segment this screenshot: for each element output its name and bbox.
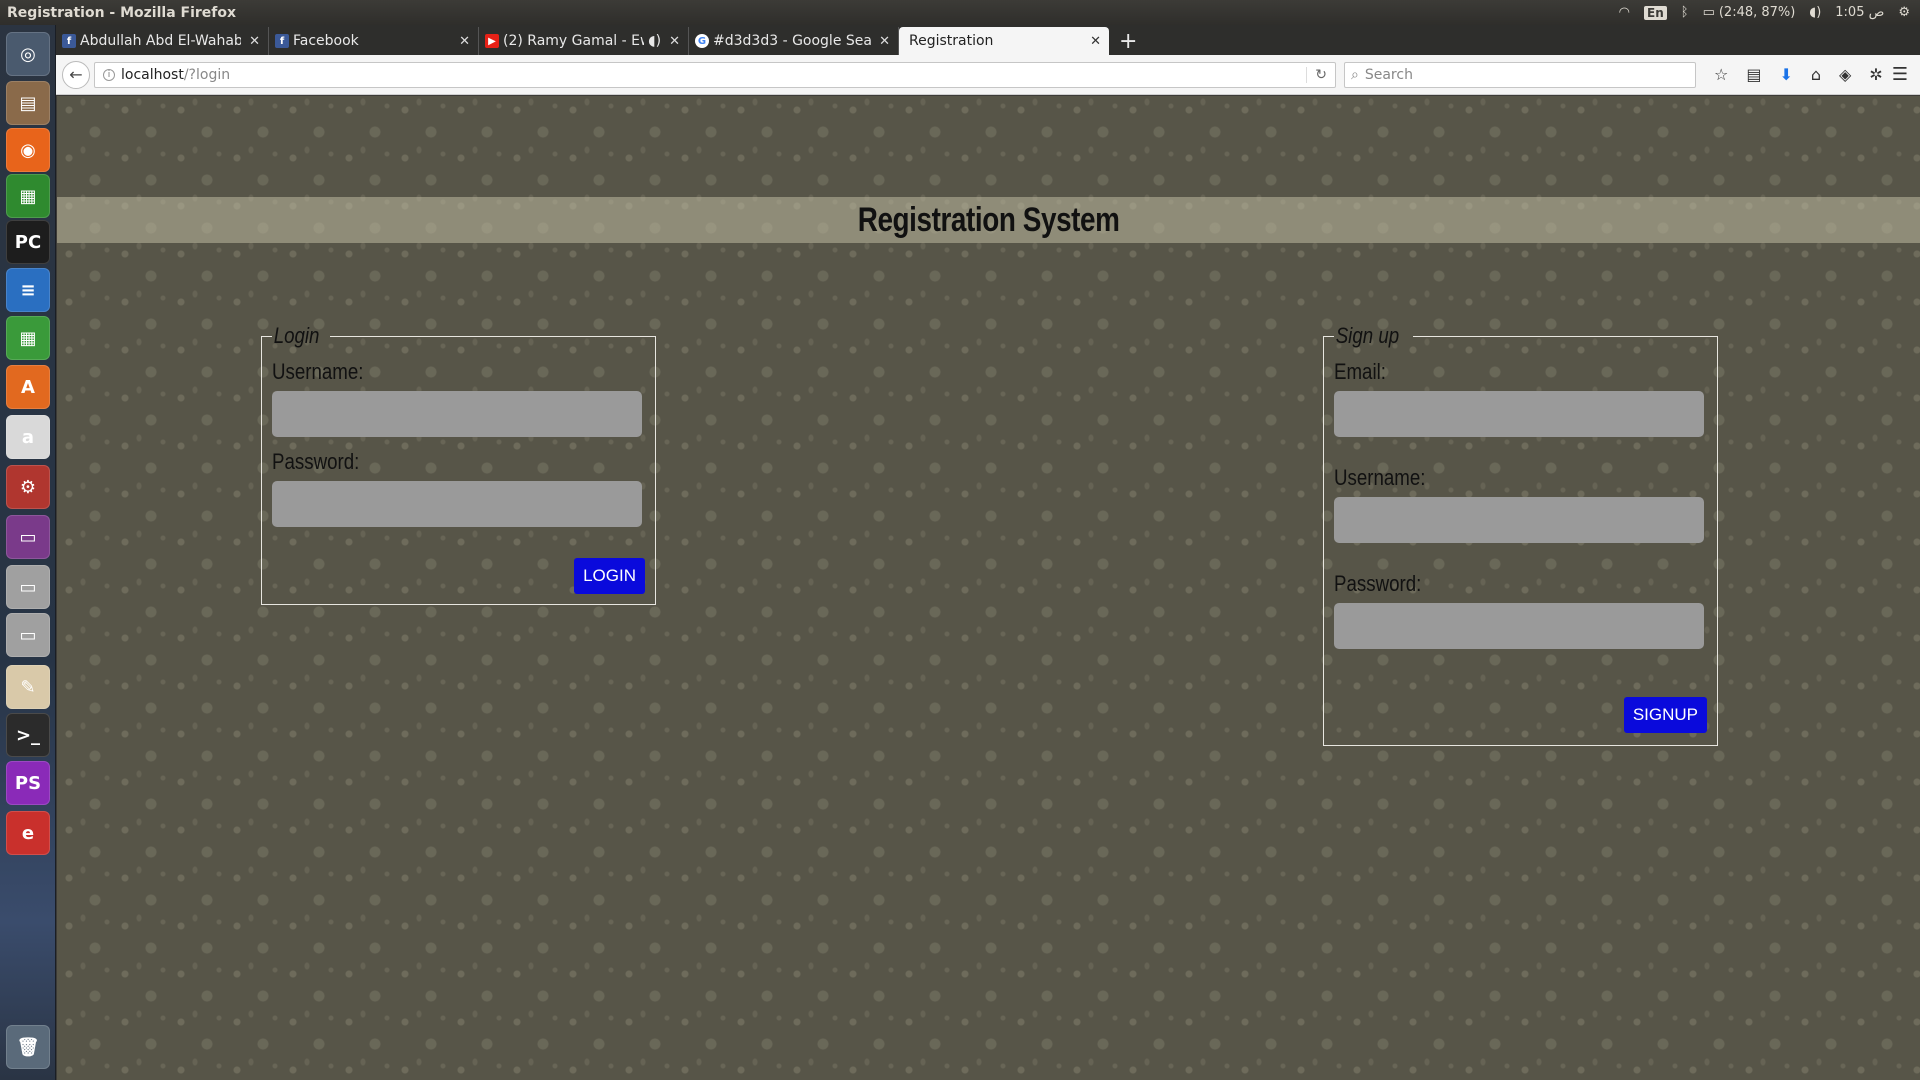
url-bar[interactable]: i localhost /?login ↻: [94, 61, 1336, 88]
pycharm-icon[interactable]: PC: [6, 220, 50, 264]
battery-text: (2:48, 87%): [1718, 5, 1796, 20]
tab-label: #d3d3d3 - Google Search: [713, 33, 872, 49]
signup-form: Sign up Email: Username: Password: SIGNU…: [1323, 323, 1718, 746]
tab-bar: f Abdullah Abd El-Wahab ✕ f Facebook ✕ ▶ (2) Ra…: [56, 25, 1920, 55]
google-icon: G: [695, 34, 709, 48]
site-info-icon[interactable]: i: [103, 68, 115, 81]
signup-password-input[interactable]: [1334, 603, 1704, 649]
page-header: Registration System: [57, 197, 1920, 243]
close-icon[interactable]: ✕: [669, 34, 680, 49]
battery-indicator[interactable]: ▭ (2:48, 87%): [1703, 5, 1796, 20]
trash-icon[interactable]: 🗑: [6, 1025, 50, 1069]
facebook-icon: f: [275, 34, 289, 48]
close-icon[interactable]: ✕: [879, 34, 890, 49]
login-form: Login Username: Password: LOGIN: [261, 323, 656, 605]
new-tab-button[interactable]: +: [1109, 27, 1147, 55]
pocket-icon[interactable]: ◈: [1839, 65, 1851, 84]
window-title: Registration - Mozilla Firefox: [7, 4, 237, 21]
page-viewport: Registration System Login Username: Pass…: [57, 96, 1920, 1080]
signup-username-input[interactable]: [1334, 497, 1704, 543]
signup-email-label: Email:: [1334, 359, 1386, 384]
toolbar-icons: ☆ ▤ ⬇ ⌂ ◈ ✲: [1714, 65, 1883, 84]
firefox-icon[interactable]: ◉: [6, 128, 50, 172]
signup-legend: Sign up: [1335, 323, 1400, 348]
tab-label: (2) Ramy Gamal - Ew: [503, 33, 645, 49]
youtube-icon: ▶: [485, 34, 499, 48]
terminal-icon[interactable]: >_: [6, 713, 50, 757]
url-path: /?login: [183, 66, 231, 83]
signup-email-input[interactable]: [1334, 391, 1704, 437]
search-bar[interactable]: ⌕ Search: [1344, 61, 1696, 88]
ubuntu-dash-icon[interactable]: ◎: [6, 32, 50, 76]
close-icon[interactable]: ✕: [249, 34, 260, 49]
launcher: ◎ ▤ ◉ ▦ PC ≡ ▦ Aa ⚙ ▭ ▭ ▭ ✎ >_ PS e 🗑: [0, 25, 56, 1080]
login-username-label: Username:: [272, 359, 364, 384]
extension-icon[interactable]: ✲: [1869, 65, 1882, 84]
system-indicators: ◠ En ᛒ ▭ (2:48, 87%) ◖) ص 1:05 ⚙: [1619, 5, 1920, 20]
drive-2-icon[interactable]: ▭: [6, 613, 50, 657]
signup-button[interactable]: SIGNUP: [1623, 697, 1707, 733]
login-password-input[interactable]: [272, 481, 642, 527]
volume-icon[interactable]: ◖): [1809, 5, 1821, 20]
writer-icon[interactable]: ≡: [6, 268, 50, 312]
tab-4[interactable]: Registration ✕: [899, 27, 1109, 55]
clock[interactable]: ص 1:05: [1835, 5, 1884, 20]
keyboard-layout-indicator[interactable]: En: [1644, 5, 1667, 20]
tab-label: Abdullah Abd El-Wahab: [80, 33, 242, 49]
signup-username-label: Username:: [1334, 465, 1426, 490]
workspaces-icon[interactable]: ▭: [6, 515, 50, 559]
system-settings-icon[interactable]: ⚙: [6, 465, 50, 509]
login-button[interactable]: LOGIN: [574, 558, 645, 594]
back-button[interactable]: ←: [62, 60, 90, 89]
download-icon[interactable]: ⬇: [1779, 65, 1792, 84]
home-icon[interactable]: ⌂: [1811, 65, 1821, 84]
top-panel: Registration - Mozilla Firefox ◠ En ᛒ ▭ …: [0, 0, 1920, 25]
tab-label: Facebook: [293, 33, 359, 49]
reload-icon[interactable]: ↻: [1306, 66, 1335, 83]
mail-app-icon[interactable]: e: [6, 811, 50, 855]
tab-3[interactable]: G #d3d3d3 - Google Search ✕: [689, 27, 899, 55]
signup-password-label: Password:: [1334, 571, 1422, 596]
close-icon[interactable]: ✕: [459, 34, 470, 49]
tab-2[interactable]: ▶ (2) Ramy Gamal - Ew ◖) ✕: [479, 27, 689, 55]
wifi-icon[interactable]: ◠: [1619, 5, 1630, 20]
close-icon[interactable]: ✕: [1090, 34, 1101, 49]
search-placeholder: Search: [1364, 66, 1413, 83]
tab-0[interactable]: f Abdullah Abd El-Wahab ✕: [56, 27, 269, 55]
drive-icon[interactable]: ▭: [6, 565, 50, 609]
text-editor-icon[interactable]: ✎: [6, 665, 50, 709]
phpstorm-icon[interactable]: PS: [6, 761, 50, 805]
settings-gear-icon[interactable]: ⚙: [1898, 5, 1910, 20]
page-title: Registration System: [857, 200, 1120, 239]
menu-icon[interactable]: ☰: [1892, 64, 1908, 85]
tab-1[interactable]: f Facebook ✕: [269, 27, 479, 55]
colorful-app-icon[interactable]: ▦: [6, 174, 50, 218]
calc-icon[interactable]: ▦: [6, 316, 50, 360]
reading-list-icon[interactable]: ▤: [1746, 65, 1761, 84]
login-username-input[interactable]: [272, 391, 642, 437]
url-host: localhost: [121, 66, 184, 83]
files-icon[interactable]: ▤: [6, 81, 50, 125]
amazon-icon[interactable]: a: [6, 415, 50, 459]
navigation-bar: ← i localhost /?login ↻ ⌕ Search ☆ ▤ ⬇ ⌂…: [56, 55, 1920, 95]
tab-label: Registration: [909, 33, 994, 49]
bookmark-star-icon[interactable]: ☆: [1714, 65, 1728, 84]
login-legend: Login: [273, 323, 320, 348]
login-password-label: Password:: [272, 449, 360, 474]
search-icon: ⌕: [1351, 66, 1359, 83]
bluetooth-icon[interactable]: ᛒ: [1681, 5, 1689, 20]
battery-icon: ▭: [1702, 5, 1715, 20]
tab-audio-icon[interactable]: ◖): [648, 33, 661, 49]
facebook-icon: f: [62, 34, 76, 48]
software-center-icon[interactable]: A: [6, 365, 50, 409]
